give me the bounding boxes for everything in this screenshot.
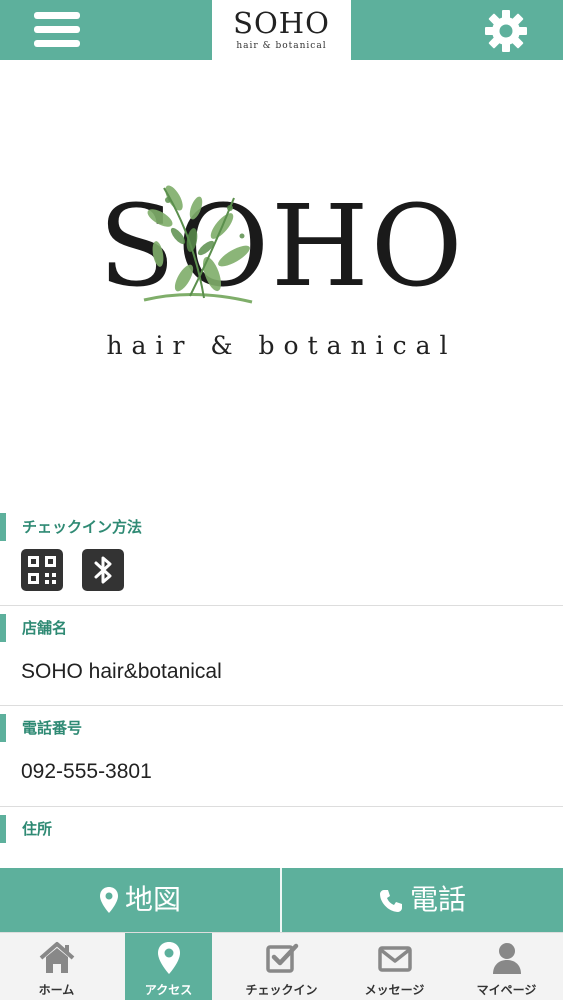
phone-button-label: 電話 xyxy=(409,883,466,916)
map-pin-icon xyxy=(157,942,180,974)
home-icon xyxy=(39,942,74,973)
gear-icon[interactable] xyxy=(483,8,529,54)
tab-home-label: ホーム xyxy=(38,983,75,997)
header-logo-subtitle: hair & botanical xyxy=(236,41,327,51)
tab-messages[interactable]: メッセージ xyxy=(351,933,438,1000)
address-section: 住所 xyxy=(0,807,563,868)
phone-value[interactable]: 092-555-3801 xyxy=(21,758,152,786)
tab-access-label: アクセス xyxy=(144,983,193,997)
checkin-icon xyxy=(265,943,298,973)
hero-logo-subtitle: hair & botanical xyxy=(106,331,457,360)
hero-logo-word: SOHO xyxy=(98,182,465,312)
hero-logo-area: SOHO hair & botanical xyxy=(0,60,563,500)
header-logo[interactable]: SOHO hair & botanical xyxy=(212,0,351,60)
address-label: 住所 xyxy=(22,820,53,838)
section-accent-bar xyxy=(0,513,6,541)
section-accent-bar xyxy=(0,714,6,742)
botanical-leaves-graphic xyxy=(143,185,253,304)
tab-checkin-label: チェックイン xyxy=(245,983,318,997)
envelope-icon xyxy=(377,946,412,972)
tab-mypage-label: マイページ xyxy=(476,983,537,997)
phone-icon xyxy=(379,890,402,912)
map-button-label: 地図 xyxy=(124,883,181,916)
header-logo-word: SOHO xyxy=(233,6,330,40)
section-accent-bar xyxy=(0,614,6,642)
checkin-method-section: チェックイン方法 xyxy=(0,505,563,606)
user-icon xyxy=(492,943,521,974)
shop-name-value: SOHO hair&botanical xyxy=(21,660,222,683)
tab-access[interactable]: アクセス xyxy=(125,933,212,1000)
app-header: SOHO hair & botanical xyxy=(0,0,563,60)
map-pin-icon xyxy=(99,887,118,913)
bluetooth-icon[interactable] xyxy=(82,549,124,591)
shop-name-section: 店舗名 SOHO hair&botanical xyxy=(0,606,563,706)
map-button[interactable]: 地図 xyxy=(0,868,280,932)
bottom-tab-bar: ホーム アクセス チェックイン メッセージ マイページ xyxy=(0,932,563,1000)
qr-code-icon[interactable] xyxy=(21,549,63,591)
tab-messages-label: メッセージ xyxy=(364,983,425,997)
tab-mypage[interactable]: マイページ xyxy=(463,933,550,1000)
tab-home[interactable]: ホーム xyxy=(13,933,100,1000)
phone-label: 電話番号 xyxy=(22,719,83,737)
phone-section: 電話番号 092-555-3801 xyxy=(0,706,563,807)
hamburger-menu-icon[interactable] xyxy=(34,10,80,50)
tab-checkin[interactable]: チェックイン xyxy=(238,933,325,1000)
shop-name-label: 店舗名 xyxy=(22,619,68,637)
phone-button[interactable]: 電話 xyxy=(282,868,562,932)
section-accent-bar xyxy=(0,815,6,843)
checkin-method-label: チェックイン方法 xyxy=(22,518,143,536)
action-bar: 地図 電話 xyxy=(0,868,563,932)
